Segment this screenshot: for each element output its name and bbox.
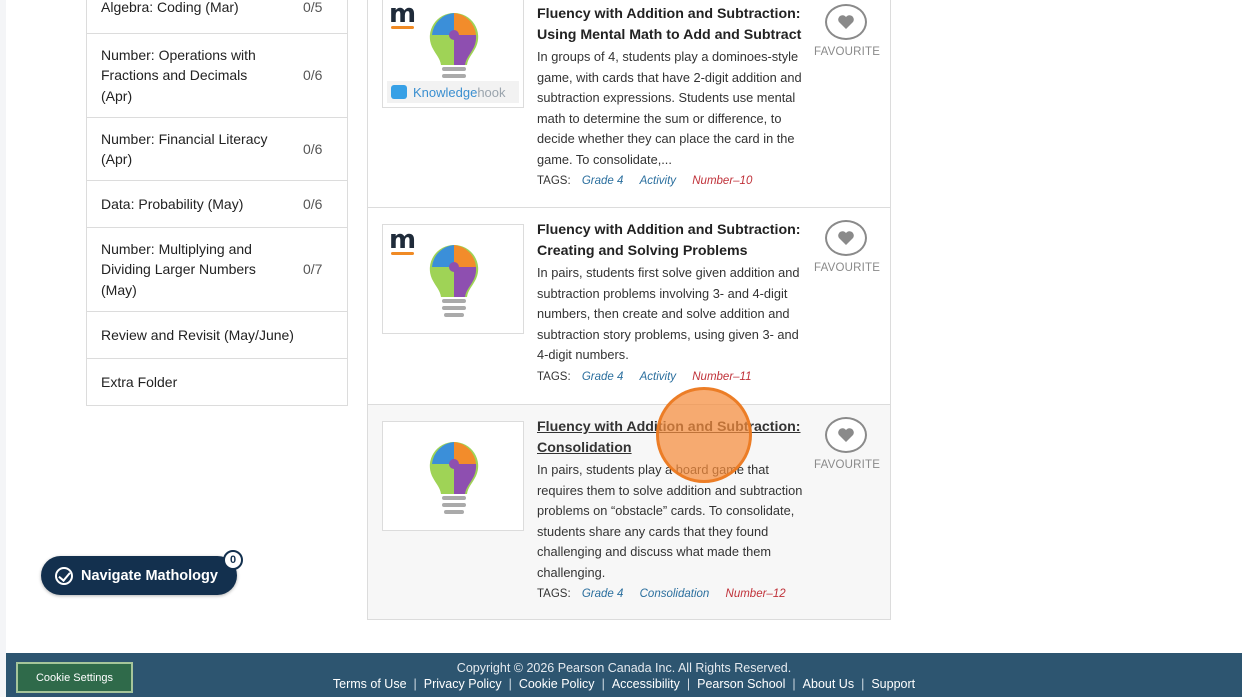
tag-type[interactable]: Activity: [640, 175, 676, 187]
activity-description: In groups of 4, students play a dominoes…: [537, 49, 802, 167]
favourite-label: FAVOURITE: [814, 459, 881, 471]
tag-number[interactable]: Number–11: [692, 371, 751, 383]
tag-row: TAGS: Grade 4 Activity Number–10: [537, 173, 807, 189]
about-us-link[interactable]: About Us: [803, 677, 854, 691]
footer-links: Terms of Use | Privacy Policy | Cookie Polic…: [6, 677, 1242, 691]
sidebar-item-algebra-coding[interactable]: Algebra: Coding (Mar) 0/5: [87, 0, 347, 33]
card-body: Fluency with Addition and Subtraction: U…: [537, 4, 807, 189]
knowledgehook-icon: [391, 85, 407, 99]
tag-grade[interactable]: Grade 4: [582, 371, 624, 383]
sidebar-item-count: 0/7: [303, 261, 323, 278]
activity-card-list: m Knowledge hook Fluency with Addition a…: [367, 0, 891, 620]
activity-thumbnail[interactable]: m Knowledge hook: [382, 0, 524, 108]
lightbulb-puzzle-icon: [429, 441, 479, 514]
activity-card: m Fluency with Addition and Subtraction:…: [368, 207, 890, 404]
terms-link[interactable]: Terms of Use: [333, 677, 407, 691]
card-body: Fluency with Addition and Subtraction: C…: [537, 220, 807, 385]
heart-icon: [838, 15, 854, 29]
separator: |: [413, 677, 417, 691]
sidebar-item-count: 0/6: [303, 67, 323, 84]
heart-icon: [838, 231, 854, 245]
activity-card: m Knowledge hook Fluency with Addition a…: [368, 0, 890, 207]
favourite-control[interactable]: FAVOURITE: [814, 220, 881, 274]
badge-label-part1: Knowledge: [413, 84, 478, 100]
copyright-text: Copyright © 2026 Pearson Canada Inc. All…: [456, 661, 792, 675]
sidebar-item-multiplying-dividing[interactable]: Number: Multiplying and Dividing Larger …: [87, 227, 347, 311]
heart-icon: [838, 428, 854, 442]
sidebar-item-label: Number: Multiplying and Dividing Larger …: [101, 240, 256, 298]
sidebar-item-probability[interactable]: Data: Probability (May) 0/6: [87, 180, 347, 227]
tag-grade[interactable]: Grade 4: [582, 588, 624, 600]
mathology-logo-icon: m: [389, 0, 417, 29]
tag-grade[interactable]: Grade 4: [582, 175, 624, 187]
navigate-label: Navigate Mathology: [81, 567, 218, 584]
activity-title[interactable]: Fluency with Addition and Subtraction: C…: [537, 220, 807, 262]
favourite-button[interactable]: [825, 4, 867, 40]
separator: |: [686, 677, 691, 691]
tag-row: TAGS: Grade 4 Activity Number–11: [537, 369, 807, 385]
sidebar-item-review-revisit[interactable]: Review and Revisit (May/June): [87, 311, 347, 358]
tag-number[interactable]: Number–10: [692, 175, 752, 187]
sidebar-item-label: Number: Operations with Fractions and De…: [101, 46, 256, 104]
sidebar-item-financial-literacy[interactable]: Number: Financial Literacy (Apr) 0/6: [87, 117, 347, 180]
mathology-logo-icon: m: [389, 225, 417, 255]
sidebar-item-label: Algebra: Coding (Mar): [101, 0, 239, 16]
sidebar-item-count: 0/6: [303, 140, 323, 157]
badge-label-part2: hook: [477, 84, 506, 100]
knowledgehook-badge: Knowledge hook: [387, 81, 519, 103]
accessibility-link[interactable]: Accessibility: [612, 677, 680, 691]
footer: Cookie Settings Copyright © 2026 Pearson…: [6, 653, 1242, 697]
favourite-control[interactable]: FAVOURITE: [814, 4, 881, 58]
sidebar-item-count: 0/5: [303, 0, 323, 16]
activity-description: In pairs, students play a board game tha…: [537, 462, 803, 580]
tags-label: TAGS:: [537, 588, 571, 600]
sidebar-item-label: Number: Financial Literacy (Apr): [101, 130, 268, 168]
sidebar-item-fractions-decimals[interactable]: Number: Operations with Fractions and De…: [87, 33, 347, 117]
click-indicator: [656, 387, 752, 483]
activity-description: In pairs, students first solve given add…: [537, 265, 800, 362]
favourite-button[interactable]: [825, 417, 867, 453]
navigate-mathology-button[interactable]: Navigate Mathology: [41, 556, 237, 595]
favourite-label: FAVOURITE: [814, 46, 881, 58]
tag-type[interactable]: Activity: [640, 371, 676, 383]
separator: |: [861, 677, 865, 691]
sidebar-unit-list: Algebra: Coding (Mar) 0/5 Number: Operat…: [86, 0, 348, 406]
tag-row: TAGS: Grade 4 Consolidation Number–12: [537, 586, 807, 602]
activity-card: Fluency with Addition and Subtraction: C…: [368, 404, 890, 619]
check-circle-icon: [55, 566, 73, 585]
support-link[interactable]: Support: [871, 677, 915, 691]
pearson-school-link[interactable]: Pearson School: [697, 677, 785, 691]
sidebar-item-label: Data: Probability (May): [101, 195, 244, 212]
separator: |: [601, 677, 605, 691]
separator: |: [792, 677, 796, 691]
separator: |: [508, 677, 512, 691]
privacy-link[interactable]: Privacy Policy: [424, 677, 502, 691]
favourite-label: FAVOURITE: [814, 262, 881, 274]
cookie-policy-link[interactable]: Cookie Policy: [519, 677, 595, 691]
lightbulb-puzzle-icon: [429, 244, 479, 317]
sidebar-item-label: Review and Revisit (May/June): [101, 326, 294, 343]
activity-thumbnail[interactable]: m: [382, 224, 524, 334]
navigate-count-badge: 0: [223, 550, 243, 570]
activity-thumbnail[interactable]: [382, 421, 524, 531]
sidebar-item-label: Extra Folder: [101, 373, 178, 390]
favourite-control[interactable]: FAVOURITE: [814, 417, 881, 471]
sidebar-item-count: 0/6: [303, 195, 323, 212]
sidebar-item-extra-folder[interactable]: Extra Folder: [87, 358, 347, 405]
tags-label: TAGS:: [537, 175, 571, 187]
tag-type[interactable]: Consolidation: [640, 588, 710, 600]
tags-label: TAGS:: [537, 370, 571, 383]
lightbulb-puzzle-icon: [429, 12, 479, 85]
tag-number[interactable]: Number–12: [726, 588, 786, 600]
activity-title[interactable]: Fluency with Addition and Subtraction: U…: [537, 4, 807, 46]
favourite-button[interactable]: [825, 220, 867, 256]
